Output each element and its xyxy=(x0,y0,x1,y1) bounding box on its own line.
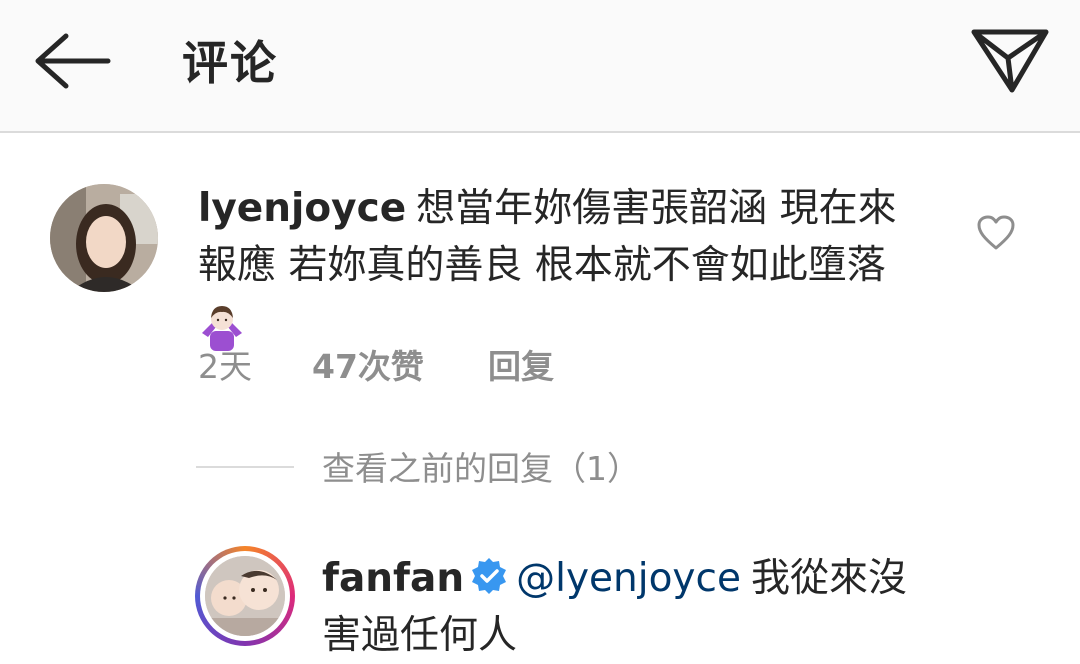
arrow-left-icon[interactable] xyxy=(30,30,112,92)
reply-text-line2: 害過任何人 xyxy=(322,613,518,658)
heart-outline-icon[interactable] xyxy=(976,214,1016,252)
avatar[interactable] xyxy=(50,184,158,292)
reply-text-line1: 我從來沒 xyxy=(750,556,907,601)
top-bar: 评论 xyxy=(0,0,1080,133)
avatar[interactable] xyxy=(205,556,285,636)
verified-badge-icon xyxy=(472,558,507,594)
page-title: 评论 xyxy=(182,36,278,90)
comment-username[interactable]: lyenjoyce xyxy=(198,186,406,231)
view-replies-button[interactable]: 查看之前的回复（1） xyxy=(322,446,640,492)
paper-plane-icon[interactable] xyxy=(968,24,1052,96)
mention-link[interactable]: @lyenjoyce xyxy=(516,556,741,601)
comment-time: 2天 xyxy=(198,347,252,386)
comment-text-line2: 報應 若妳真的善良 根本就不會如此墮落 xyxy=(198,243,886,288)
avatar-photo xyxy=(205,556,285,636)
reply-body: fanfan @lyenjoyce 我從來沒 害過任何人 xyxy=(322,550,982,664)
comment-likes[interactable]: 47次赞 xyxy=(312,344,424,390)
avatar-photo xyxy=(50,184,158,292)
comment-body: lyenjoyce 想當年妳傷害張韶涵 現在來 報應 若妳真的善良 根本就不會如此… xyxy=(198,180,938,351)
reply-username[interactable]: fanfan xyxy=(322,556,464,601)
divider xyxy=(196,466,294,468)
comment-text-line1: 想當年妳傷害張韶涵 現在來 xyxy=(416,186,897,231)
reply-button[interactable]: 回复 xyxy=(488,344,554,390)
